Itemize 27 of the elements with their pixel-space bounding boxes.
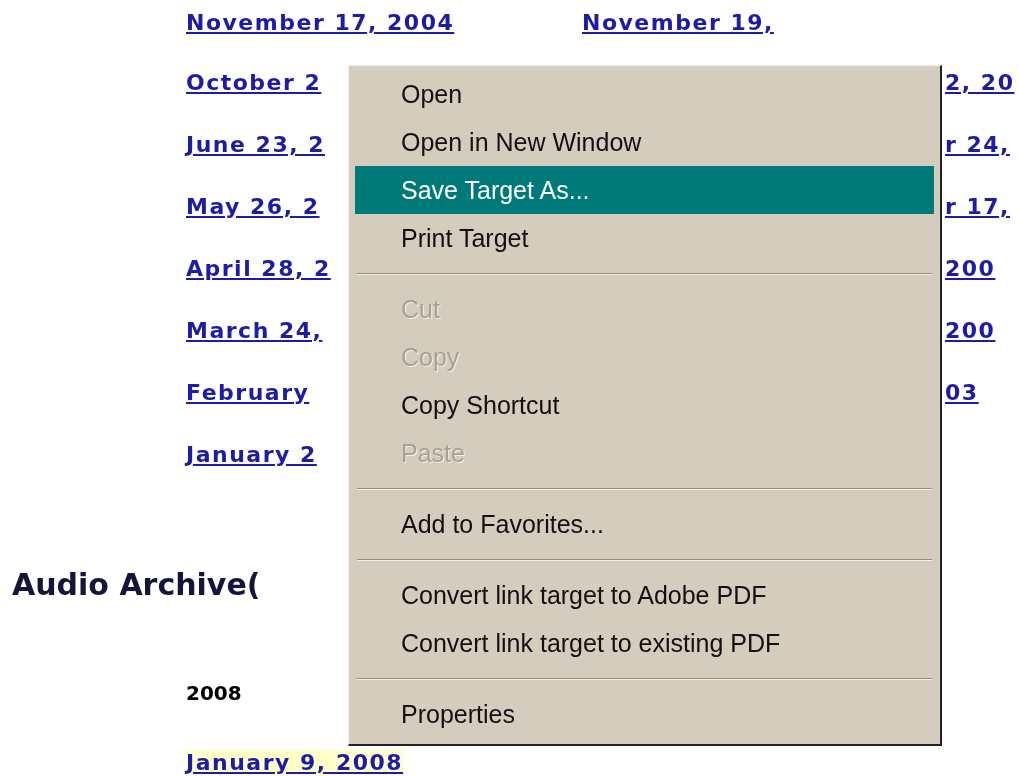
date-link[interactable]: r 24,: [945, 132, 1010, 157]
date-link[interactable]: May 26, 2: [186, 194, 320, 219]
menu-item[interactable]: Convert link target to Adobe PDF: [355, 571, 934, 619]
menu-item[interactable]: Add to Favorites...: [355, 500, 934, 548]
date-link[interactable]: October 2: [186, 70, 322, 95]
date-link[interactable]: March 24,: [186, 318, 323, 343]
section-heading: Audio Archive(: [12, 566, 261, 604]
date-link[interactable]: January 9, 2008: [186, 750, 404, 775]
menu-item[interactable]: Properties: [355, 690, 934, 738]
date-link[interactable]: r 17,: [945, 194, 1010, 219]
date-link[interactable]: 200: [945, 318, 996, 343]
date-link[interactable]: April 28, 2: [186, 256, 331, 281]
date-link[interactable]: 03: [945, 380, 979, 405]
menu-item[interactable]: Convert link target to existing PDF: [355, 619, 934, 667]
year-label: 2008: [186, 681, 242, 705]
menu-item[interactable]: Open: [355, 70, 934, 118]
date-link[interactable]: November 17, 2004: [186, 10, 455, 35]
menu-item[interactable]: Save Target As...: [355, 166, 934, 214]
date-link[interactable]: November 19,: [582, 10, 774, 35]
date-link[interactable]: 2, 20: [945, 70, 1015, 95]
menu-item[interactable]: Open in New Window: [355, 118, 934, 166]
date-link[interactable]: January 2: [186, 442, 317, 467]
date-link[interactable]: June 23, 2: [186, 132, 326, 157]
date-link[interactable]: February: [186, 380, 310, 405]
menu-item[interactable]: Print Target: [355, 214, 934, 262]
menu-item[interactable]: Copy Shortcut: [355, 381, 934, 429]
date-link[interactable]: 200: [945, 256, 996, 281]
